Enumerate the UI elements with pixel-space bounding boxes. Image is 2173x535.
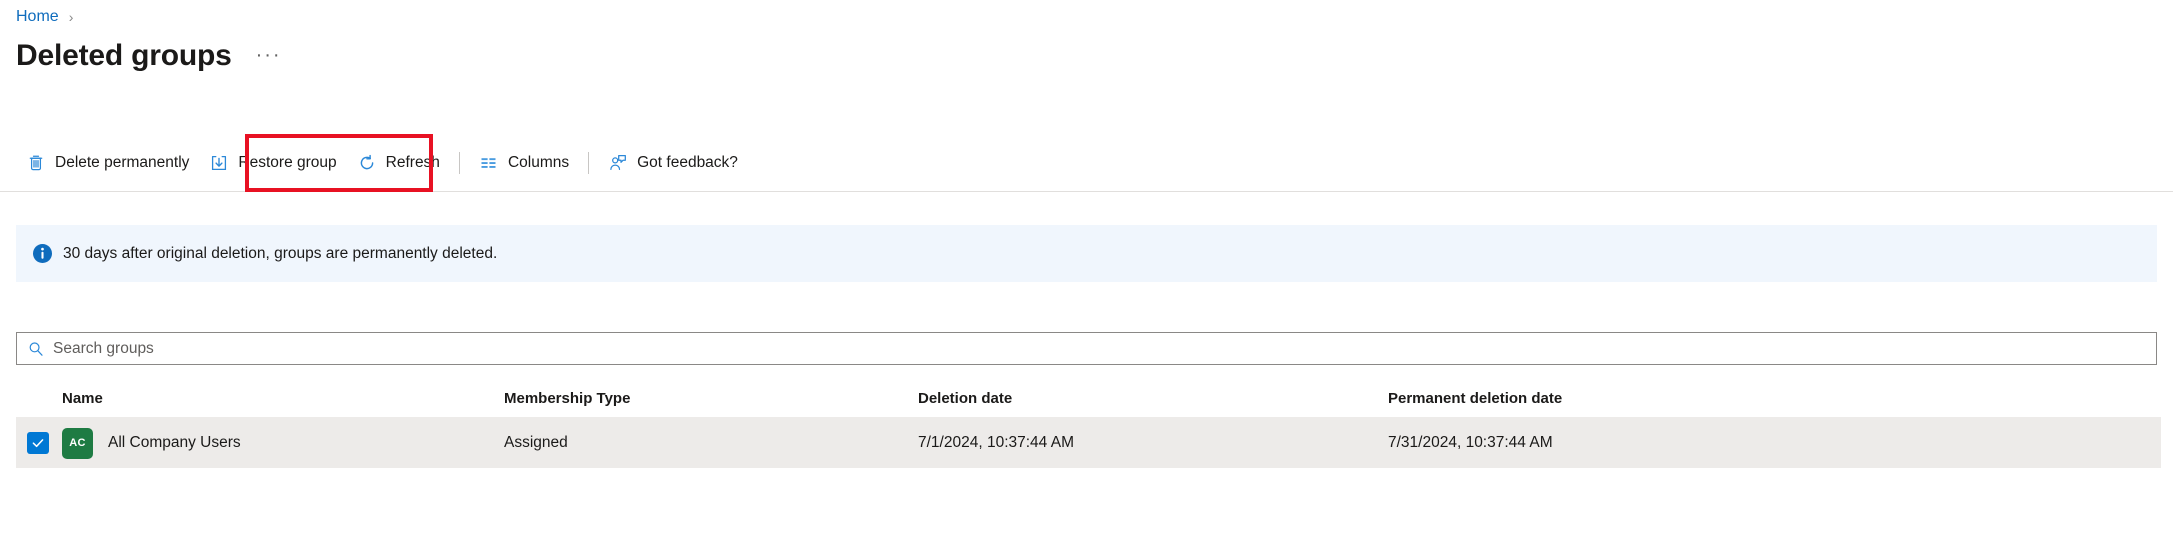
page-overflow-menu-icon[interactable]: ··· (252, 42, 286, 74)
columns-button[interactable]: Columns (469, 144, 579, 182)
delete-permanently-label: Delete permanently (55, 153, 190, 171)
search-groups-box[interactable] (16, 332, 2157, 365)
row-name-cell: AC All Company Users (62, 427, 504, 459)
breadcrumb-item-home[interactable]: Home (16, 7, 59, 27)
column-header-name[interactable]: Name (62, 390, 504, 407)
row-permanent-deletion-date: 7/31/2024, 10:37:44 AM (1388, 434, 1553, 451)
delete-permanently-button[interactable]: Delete permanently (16, 144, 199, 182)
restore-group-label: Restore group (238, 153, 337, 171)
breadcrumb: Home › (16, 7, 73, 27)
column-header-membership-type[interactable]: Membership Type (504, 390, 918, 407)
restore-group-button[interactable]: Restore group (199, 144, 346, 182)
restore-download-icon (209, 153, 229, 173)
info-icon (33, 244, 52, 263)
row-membership-type: Assigned (504, 434, 568, 451)
trash-icon (26, 153, 46, 173)
feedback-person-icon (608, 153, 628, 173)
table-row[interactable]: AC All Company Users Assigned 7/1/2024, … (16, 418, 2161, 468)
search-input[interactable] (53, 333, 2156, 364)
page-title-row: Deleted groups ··· (16, 36, 286, 74)
refresh-icon (357, 153, 377, 173)
row-group-name[interactable]: All Company Users (108, 434, 241, 452)
row-checkbox[interactable] (27, 432, 49, 454)
refresh-label: Refresh (385, 153, 440, 171)
table-header-row: Name Membership Type Deletion date Perma… (16, 380, 2161, 418)
chevron-right-icon: › (68, 9, 74, 25)
search-icon (28, 341, 44, 357)
refresh-button[interactable]: Refresh (347, 144, 450, 182)
columns-icon (479, 153, 499, 173)
got-feedback-label: Got feedback? (637, 153, 738, 171)
page-title: Deleted groups (16, 39, 232, 72)
avatar: AC (62, 427, 93, 459)
toolbar-divider (458, 151, 460, 174)
toolbar-divider (588, 151, 590, 174)
got-feedback-button[interactable]: Got feedback? (598, 144, 748, 182)
info-banner: 30 days after original deletion, groups … (16, 225, 2157, 282)
column-header-deletion-date[interactable]: Deletion date (918, 390, 1388, 407)
column-header-permanent-deletion-date[interactable]: Permanent deletion date (1388, 390, 2161, 407)
row-select-cell (16, 432, 62, 454)
columns-label: Columns (507, 153, 570, 171)
deleted-groups-table: Name Membership Type Deletion date Perma… (16, 380, 2161, 468)
row-deletion-date: 7/1/2024, 10:37:44 AM (918, 434, 1074, 451)
info-banner-message: 30 days after original deletion, groups … (63, 244, 498, 262)
command-bar: Delete permanently Restore group Refresh (0, 134, 2173, 192)
